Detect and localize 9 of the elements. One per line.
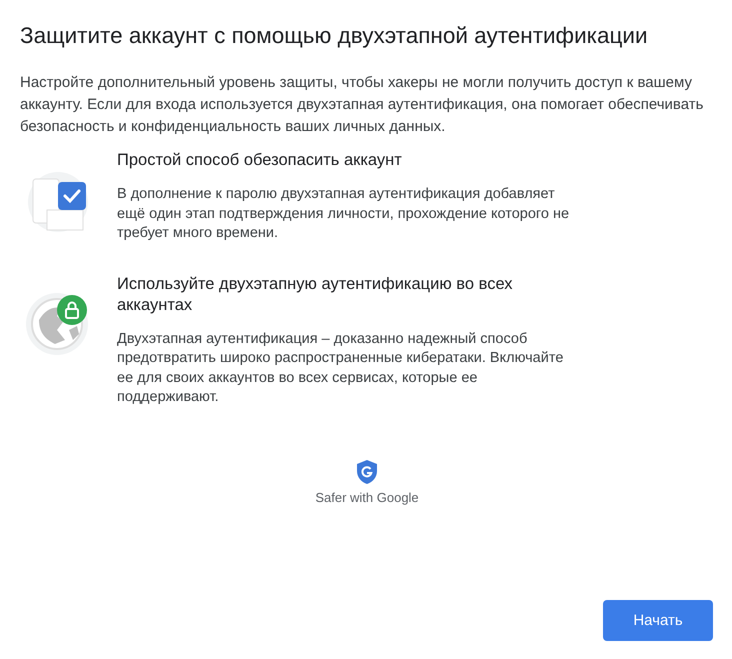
feature-title: Простой способ обезопасить аккаунт <box>117 150 403 171</box>
feature-title: Используйте двухэтапную аутентификацию во всех аккаунтах <box>117 274 514 316</box>
start-button[interactable]: Начать <box>603 600 713 641</box>
feature-description: Двухэтапная аутентификация – доказанно надежный способ предотвратить широко распространенные кибератаки. Включайте ее для своих аккаунтов во всех сервисах, которые ее поддерживают. <box>117 330 564 407</box>
feature-description: В дополнение к паролю двухэтапная аутентификация добавляет ещё один этап подтверждения личности, прохождение которого не требует много времени. <box>117 185 570 243</box>
page-title: Защитите аккаунт с помощью двухэтапной аутентификации <box>20 22 649 50</box>
intro-text: Настройте дополнительный уровень защиты, чтобы хакеры не могли получить доступ к вашему аккаунту. Если для входа используется двухэтапная аутентификация, она помогает обеспечивать безопасность и конфиденциальность ваших личных данных. <box>20 73 704 137</box>
shield-icon <box>357 460 377 484</box>
badge-text: Safer with Google <box>315 490 419 504</box>
